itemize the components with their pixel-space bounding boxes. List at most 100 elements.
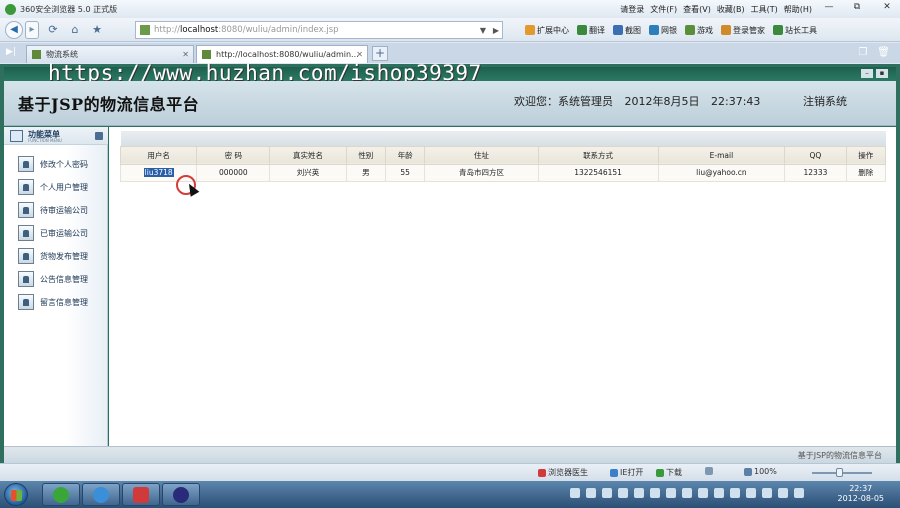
tray-icon[interactable] [714, 488, 724, 498]
menu-item-pending-carriers[interactable]: 待审运输公司 [18, 201, 88, 219]
menu-login[interactable]: 请登录 [620, 4, 644, 15]
minimize-button[interactable]: — [818, 2, 840, 16]
webmaster-tools-button[interactable]: 站长工具 [773, 25, 817, 36]
tray-icon[interactable] [682, 488, 692, 498]
login-manager-button[interactable]: 登录管家 [721, 25, 765, 36]
taskbar-360-browser[interactable] [42, 483, 80, 506]
sidebar-toggle-icon[interactable]: ▶| [6, 47, 16, 57]
sound-button[interactable] [705, 467, 713, 475]
tab-favicon [32, 50, 41, 59]
extension-label: 扩展中心 [537, 25, 569, 35]
welcome-text: 欢迎您：系统管理员 [514, 95, 613, 108]
star-icon: ★ [92, 23, 102, 36]
tray-icon[interactable] [618, 488, 628, 498]
function-menu-subtitle: FUNCTION MENU [28, 138, 62, 143]
menu-file[interactable]: 文件(F) [650, 4, 677, 15]
games-button[interactable]: 游戏 [685, 25, 713, 36]
browser-title: 360安全浏览器 5.0 正式版 [20, 4, 118, 14]
tray-icon[interactable] [570, 488, 580, 498]
col-password: 密 码 [196, 145, 271, 165]
go-icon[interactable]: ▶ [493, 26, 499, 35]
tray-icon[interactable] [586, 488, 596, 498]
col-age: 年龄 [384, 145, 426, 165]
windows-logo-icon [11, 490, 22, 501]
tray-icon[interactable] [730, 488, 740, 498]
close-window-button[interactable]: ✕ [874, 2, 900, 16]
restore-tab-icon[interactable]: ❐ [858, 47, 867, 58]
menu-item-approved-carriers[interactable]: 已审运输公司 [18, 224, 88, 242]
new-tab-button[interactable]: + [372, 46, 388, 61]
system-clock[interactable]: 22:37 2012-08-05 [838, 484, 885, 504]
address-dropdown-icon[interactable]: ▼ [480, 26, 486, 35]
menu-tools[interactable]: 工具(T) [751, 4, 778, 15]
menu-favorites[interactable]: 收藏(B) [717, 4, 745, 15]
forward-button[interactable]: ▸ [25, 20, 39, 39]
download-label: 下载 [666, 468, 682, 477]
welcome-info: 欢迎您：系统管理员 2012年8月5日 22:37:43 [514, 93, 768, 109]
address-bar[interactable]: http:// localhost :8080/wuliu/admin/inde… [135, 21, 503, 39]
tray-icon[interactable] [666, 488, 676, 498]
screenshot-button[interactable]: 截图 [613, 25, 641, 36]
clock-time: 22:37 [849, 484, 873, 493]
zoom-slider-handle[interactable] [836, 468, 843, 477]
menu-item-announcement-management[interactable]: 公告信息管理 [18, 270, 88, 288]
tray-icon[interactable] [698, 488, 708, 498]
download-button[interactable]: 下载 [656, 467, 682, 478]
tray-icon[interactable] [778, 488, 788, 498]
browser-toolbar: ◀ ▸ ⟳ ⌂ ★ http:// localhost :8080/wuliu/… [0, 18, 900, 42]
menu-item-change-password[interactable]: 修改个人密码 [18, 155, 88, 173]
extension-icon [525, 25, 535, 35]
frame-minimize-icon[interactable]: – [861, 69, 873, 78]
menu-item-label: 公告信息管理 [40, 274, 88, 284]
menu-item-message-management[interactable]: 留言信息管理 [18, 293, 88, 311]
current-time: 22:37:43 [711, 95, 761, 108]
clock-date: 2012-08-05 [837, 494, 885, 503]
home-button[interactable]: ⌂ [67, 22, 83, 38]
menu-item-user-management[interactable]: 个人用户管理 [18, 178, 88, 196]
zoom-button[interactable]: 100% [744, 467, 777, 476]
home-icon: ⌂ [71, 23, 79, 36]
url-path: :8080/wuliu/admin/index.jsp [218, 25, 339, 35]
tab-close-icon[interactable]: ✕ [182, 50, 189, 59]
menu-item-label: 货物发布管理 [40, 251, 88, 261]
tray-icon[interactable] [794, 488, 804, 498]
frame-close-icon[interactable]: ▪ [876, 69, 888, 78]
taskbar-eclipse[interactable] [162, 483, 200, 506]
extension-center-button[interactable]: 扩展中心 [525, 25, 569, 36]
tab-bar-tools: ❐ 🗑 [858, 47, 890, 58]
menu-help[interactable]: 帮助(H) [784, 4, 812, 15]
menu-item-cargo-management[interactable]: 货物发布管理 [18, 247, 88, 265]
browser-doctor-button[interactable]: 浏览器医生 [538, 467, 588, 478]
ie-icon [93, 486, 109, 503]
eclipse-icon [173, 486, 189, 503]
tray-icon[interactable] [650, 488, 660, 498]
logout-link[interactable]: 注销系统 [803, 93, 847, 109]
taskbar-ie[interactable] [82, 483, 120, 506]
scissors-icon [613, 25, 623, 35]
tray-icon[interactable] [762, 488, 772, 498]
gamepad-icon [685, 25, 695, 35]
tab-close-icon[interactable]: ✕ [356, 50, 363, 59]
ie-open-button[interactable]: IE打开 [610, 467, 643, 478]
taskbar-app-red[interactable] [122, 483, 160, 506]
tray-icon[interactable] [746, 488, 756, 498]
bank-button[interactable]: 网银 [649, 25, 677, 36]
restore-button[interactable]: ⧉ [846, 2, 868, 16]
start-button[interactable] [4, 483, 28, 506]
browser-logo-icon [5, 3, 16, 15]
menu-item-label: 留言信息管理 [40, 297, 88, 307]
tray-icon[interactable] [634, 488, 644, 498]
menu-view[interactable]: 查看(V) [683, 4, 711, 15]
trash-icon[interactable]: 🗑 [877, 47, 890, 58]
collapse-menu-icon[interactable] [95, 132, 103, 140]
favorite-button[interactable]: ★ [89, 22, 105, 38]
delete-link[interactable]: 删除 [845, 163, 887, 182]
webmaster-tools-label: 站长工具 [785, 25, 817, 35]
refresh-button[interactable]: ⟳ [45, 22, 61, 38]
tab-favicon [202, 50, 211, 59]
translate-button[interactable]: 翻译 [577, 25, 605, 36]
tray-icon[interactable] [602, 488, 612, 498]
back-button[interactable]: ◀ [5, 20, 23, 39]
col-address: 住址 [424, 145, 539, 165]
col-phone: 联系方式 [537, 145, 659, 165]
